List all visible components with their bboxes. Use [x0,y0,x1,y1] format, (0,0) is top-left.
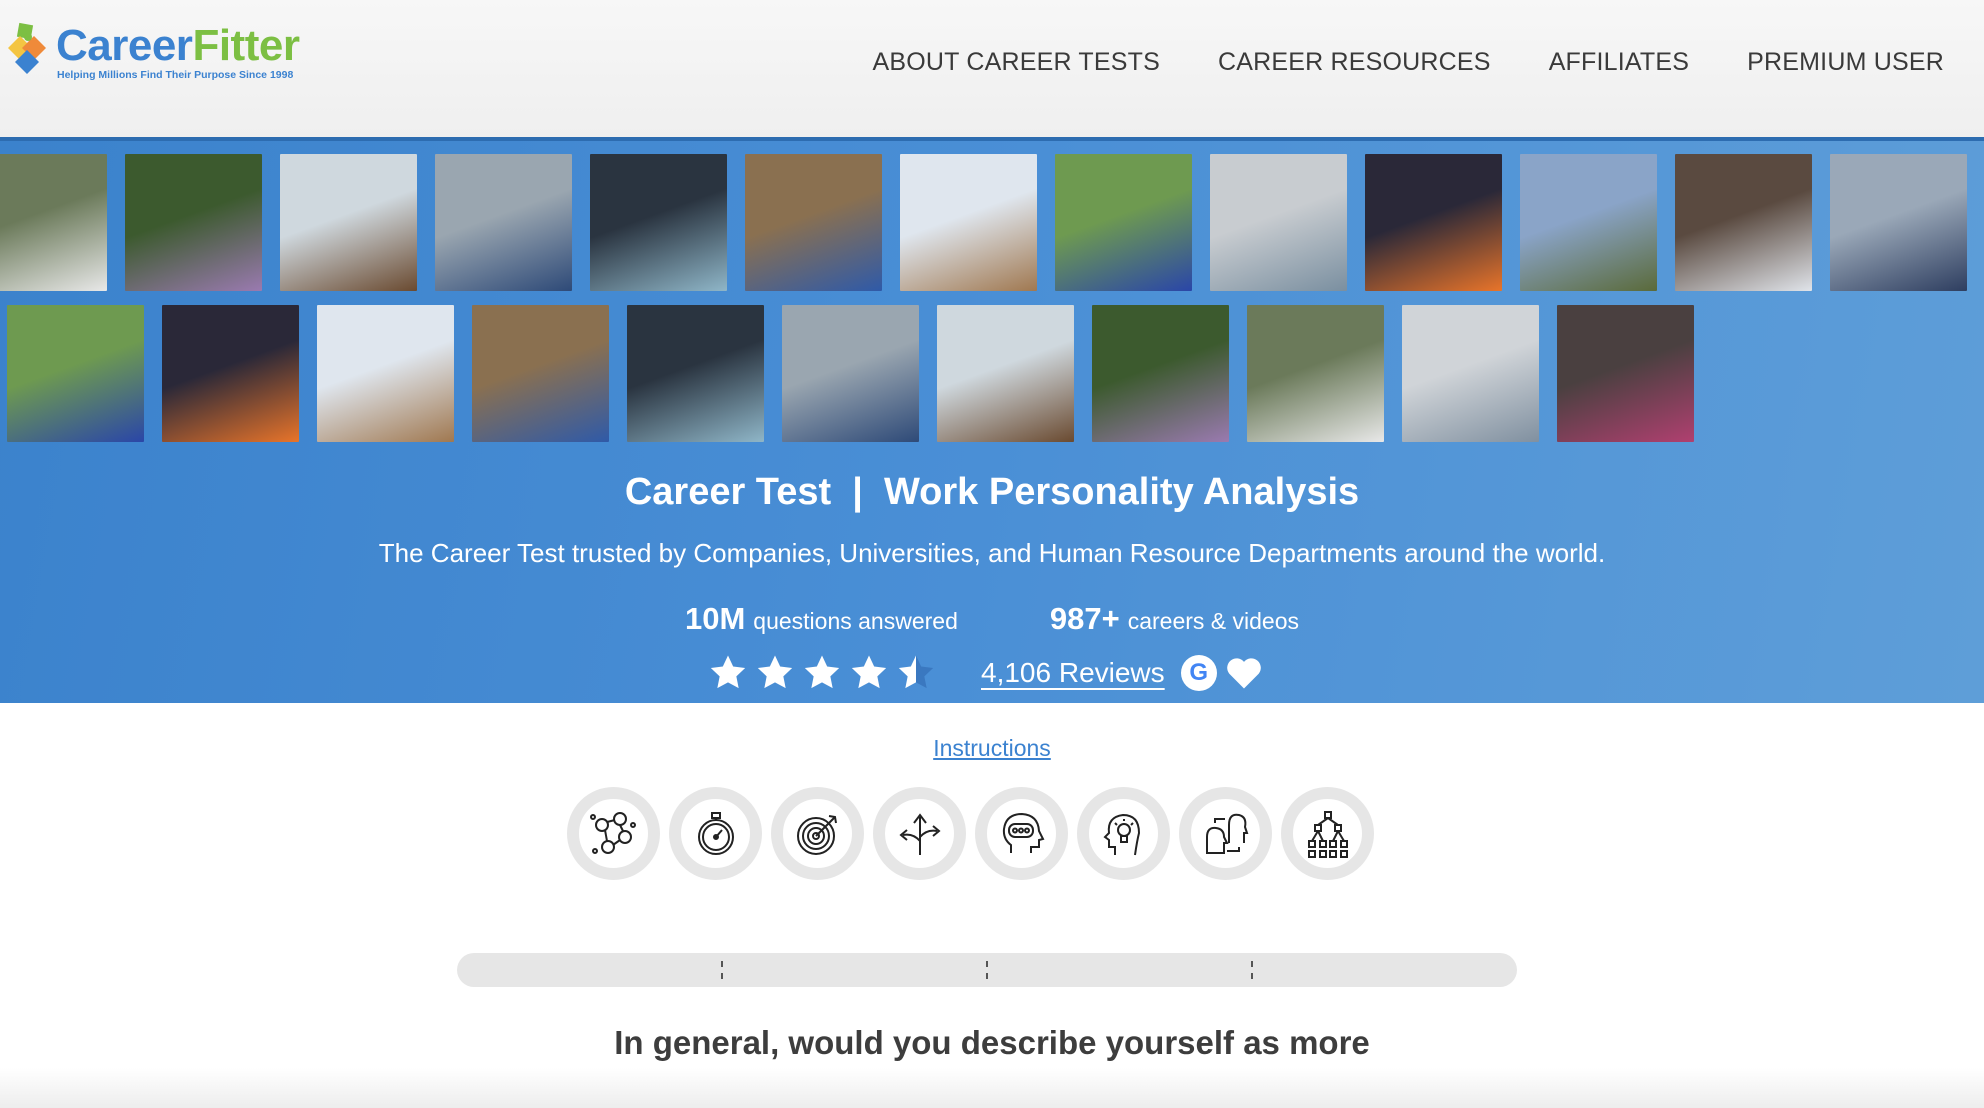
star-full-icon [851,655,887,689]
nav-premium-user[interactable]: PREMIUM USER [1747,48,1944,77]
hierarchy-icon [1281,787,1374,880]
career-photo-wind-farm-worker [435,154,572,291]
rating-row: 4,106 Reviews G [708,653,1263,693]
career-photo-welder-sparks [1365,154,1502,291]
stat-value: 10M [684,601,746,636]
stat-careers: 987+ careers & videos [1050,601,1299,637]
google-icon[interactable]: G [1180,655,1217,691]
instructions-link[interactable]: Instructions [0,735,1984,762]
star-rating [708,653,943,693]
career-photo-wind-farm-worker [782,305,919,442]
career-photo-vet-petting-dogs [900,154,1037,291]
stat-value: 987+ [1049,601,1120,636]
career-photo-vet-with-dog [280,154,417,291]
feature-icons-row [567,787,1374,880]
career-photo-farmer-field-tablet [7,305,144,442]
target-icon [771,787,864,880]
bottom-fade [0,1068,1984,1108]
head-lightbulb-icon [1077,787,1170,880]
star-half-icon [898,655,934,689]
career-photo-control-room-monitors [627,305,764,442]
career-photo-drone-operator [1520,154,1657,291]
nav-career-resources[interactable]: CAREER RESOURCES [1218,48,1491,77]
progress-tick [986,961,988,979]
reviews-link[interactable]: 4,106 Reviews [981,657,1165,689]
nav-affiliates[interactable]: AFFILIATES [1549,48,1689,77]
career-photo-construction-engineer [745,154,882,291]
hero-subtitle: The Career Test trusted by Companies, Un… [378,538,1606,568]
stat-label: careers & videos [1127,608,1300,634]
logo-tagline: Helping Millions Find Their Purpose Sinc… [57,69,294,81]
career-photo-control-room-monitors [590,154,727,291]
career-photo-vet-with-dog [937,305,1074,442]
career-photo-medical-staff [1675,154,1812,291]
puzzle-logo-icon [8,22,46,74]
main-nav: ABOUT CAREER TESTS CAREER RESOURCES AFFI… [873,48,1944,77]
hero-title: Career Test | Work Personality Analysis [624,471,1360,513]
star-full-icon [757,655,793,689]
stopwatch-icon [669,787,762,880]
faces-exchange-icon [1179,787,1272,880]
head-speech-icon [975,787,1068,880]
logo-wordmark: CareerFitter [56,21,300,70]
star-full-icon [710,655,746,689]
progress-tick [1251,961,1253,979]
career-photo-electrician [1830,154,1967,291]
stat-questions: 10M questions answered [685,601,958,637]
heart-icon[interactable] [1225,656,1263,690]
nav-about-career-tests[interactable]: ABOUT CAREER TESTS [873,48,1160,77]
career-photo-farmer-field-tablet [1055,154,1192,291]
career-photo-pharmacist-customer [1402,305,1539,442]
progress-track [457,953,1517,987]
career-photo-doctor-woman [1247,305,1384,442]
careerfitter-logo[interactable]: CareerFitter Helping Millions Find Their… [4,20,300,84]
career-photo-drone-tablet-field [1092,305,1229,442]
career-photo-pharmacist-shelves [1210,154,1347,291]
star-full-icon [804,655,840,689]
career-photo-drone-tablet-field [125,154,262,291]
crossroads-arrows-icon [873,787,966,880]
question-text: In general, would you describe yourself … [614,1024,1370,1061]
career-photo-doctor-woman [0,154,107,291]
career-photo-construction-engineer [472,305,609,442]
progress-tick [721,961,723,979]
hero-top-border [0,137,1984,141]
career-photo-vet-petting-dogs [317,305,454,442]
network-people-icon [567,787,660,880]
career-photo-librarian [1557,305,1694,442]
hero-banner: Career Test | Work Personality Analysis … [0,137,1984,703]
stat-label: questions answered [753,608,958,634]
hero-stats: 10M questions answered 987+ careers & vide… [0,601,1984,637]
site-header: CareerFitter Helping Millions Find Their… [0,0,1984,137]
career-photo-welder-sparks [162,305,299,442]
